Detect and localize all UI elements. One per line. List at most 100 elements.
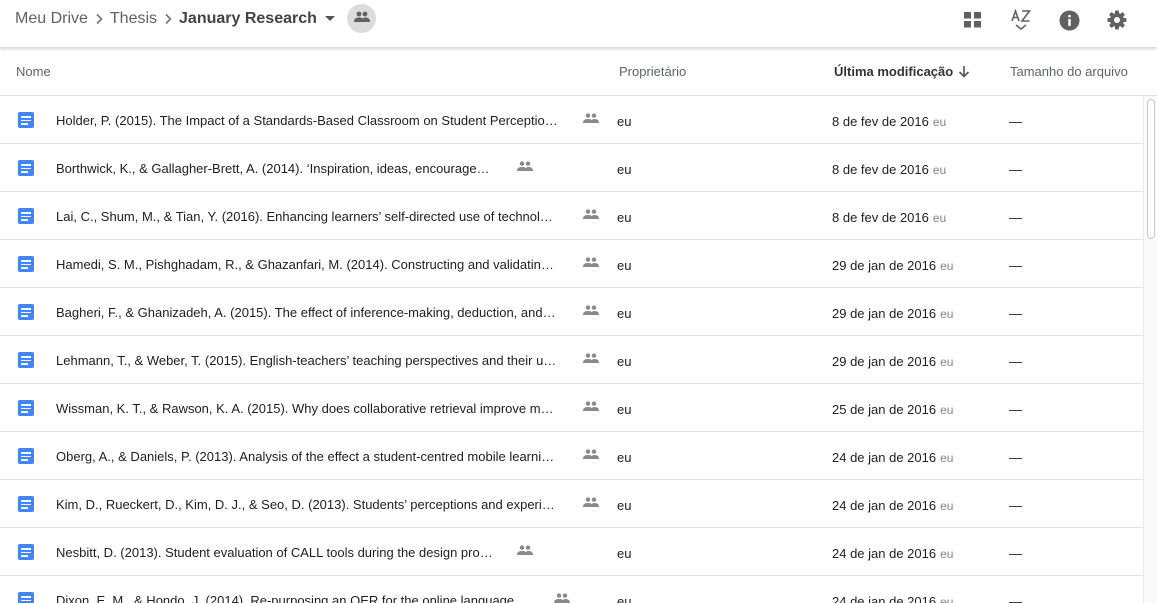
file-name[interactable]: Nesbitt, D. (2013). Student evaluation o… — [56, 545, 496, 560]
file-modified: 24 de jan de 2016 eu — [832, 594, 953, 603]
file-size: — — [1009, 162, 1022, 177]
google-doc-icon — [18, 496, 34, 512]
breadcrumb-item-meu-drive[interactable]: Meu Drive — [15, 10, 88, 28]
file-row[interactable]: Bagheri, F., & Ghanizadeh, A. (2015). Th… — [0, 288, 1143, 336]
file-row[interactable]: Lai, C., Shum, M., & Tian, Y. (2016). En… — [0, 192, 1143, 240]
shared-people-icon — [582, 111, 600, 125]
file-name[interactable]: Lehmann, T., & Weber, T. (2015). English… — [56, 353, 559, 368]
file-modified-date: 25 de jan de 2016 — [832, 402, 937, 417]
file-modified-by: eu — [940, 355, 954, 369]
google-doc-icon — [18, 400, 34, 416]
file-modified-date: 24 de jan de 2016 — [832, 594, 937, 603]
arrow-down-icon — [959, 66, 970, 78]
scrollbar-thumb[interactable] — [1147, 99, 1155, 239]
file-row[interactable]: Oberg, A., & Daniels, P. (2013). Analysi… — [0, 432, 1143, 480]
google-doc-icon — [18, 112, 34, 128]
google-doc-icon — [18, 208, 34, 224]
file-owner: eu — [617, 258, 632, 273]
file-modified-by: eu — [932, 163, 947, 177]
file-owner: eu — [617, 594, 632, 603]
google-doc-icon — [18, 592, 34, 603]
file-size: — — [1009, 546, 1022, 561]
file-size: — — [1009, 210, 1022, 225]
file-row[interactable]: Kim, D., Rueckert, D., Kim, D. J., & Seo… — [0, 480, 1143, 528]
shared-people-icon — [582, 447, 600, 461]
file-name[interactable]: Borthwick, K., & Gallagher-Brett, A. (20… — [56, 161, 496, 176]
chevron-right-icon — [157, 9, 179, 29]
file-row[interactable]: Holder, P. (2015). The Impact of a Stand… — [0, 96, 1143, 144]
file-size: — — [1009, 306, 1022, 321]
people-icon — [353, 10, 370, 28]
file-modified-by: eu — [932, 115, 947, 129]
file-modified: 24 de jan de 2016 eu — [832, 546, 953, 561]
file-modified: 24 de jan de 2016 eu — [832, 498, 953, 513]
file-owner: eu — [617, 306, 632, 321]
file-modified-by: eu — [932, 211, 947, 225]
sort-az-icon[interactable] — [1009, 8, 1033, 32]
column-last-modified-label: Última modificação — [834, 64, 954, 79]
file-name[interactable]: Wissman, K. T., & Rawson, K. A. (2015). … — [56, 401, 559, 416]
file-modified: 29 de jan de 2016 eu — [832, 306, 953, 321]
file-modified: 29 de jan de 2016 eu — [832, 258, 953, 273]
file-modified: 8 de fev de 2016 eu — [832, 210, 946, 225]
file-modified: 25 de jan de 2016 eu — [832, 402, 953, 417]
file-owner: eu — [617, 450, 632, 465]
breadcrumb-current-folder[interactable]: January Research — [179, 10, 317, 28]
file-modified-date: 8 de fev de 2016 — [832, 210, 929, 225]
shared-people-icon — [582, 255, 600, 269]
file-modified: 8 de fev de 2016 eu — [832, 114, 946, 129]
file-modified-date: 24 de jan de 2016 — [832, 546, 937, 561]
file-owner: eu — [617, 114, 632, 129]
file-modified-by: eu — [940, 451, 954, 465]
file-row[interactable]: Dixon, E. M., & Hondo, J. (2014). Re-pur… — [0, 576, 1143, 603]
file-row[interactable]: Borthwick, K., & Gallagher-Brett, A. (20… — [0, 144, 1143, 192]
column-owner[interactable]: Proprietário — [619, 64, 686, 79]
shared-people-icon — [582, 495, 600, 509]
shared-people-icon — [582, 303, 600, 317]
file-modified-by: eu — [940, 547, 954, 561]
file-modified: 8 de fev de 2016 eu — [832, 162, 946, 177]
file-name[interactable]: Oberg, A., & Daniels, P. (2013). Analysi… — [56, 449, 559, 464]
file-modified-date: 24 de jan de 2016 — [832, 450, 937, 465]
column-last-modified[interactable]: Última modificação — [834, 64, 970, 79]
google-doc-icon — [18, 160, 34, 176]
info-icon[interactable] — [1057, 8, 1081, 32]
shared-people-icon — [516, 159, 534, 173]
file-modified: 29 de jan de 2016 eu — [832, 354, 953, 369]
caret-down-icon[interactable] — [320, 9, 340, 29]
column-header: Nome Proprietário Última modificação Tam… — [0, 47, 1157, 96]
file-list: Holder, P. (2015). The Impact of a Stand… — [0, 96, 1143, 603]
file-row[interactable]: Lehmann, T., & Weber, T. (2015). English… — [0, 336, 1143, 384]
file-row[interactable]: Wissman, K. T., & Rawson, K. A. (2015). … — [0, 384, 1143, 432]
file-row[interactable]: Hamedi, S. M., Pishghadam, R., & Ghazanf… — [0, 240, 1143, 288]
shared-people-icon — [553, 591, 571, 603]
file-modified-by: eu — [940, 403, 954, 417]
google-doc-icon — [18, 256, 34, 272]
file-name[interactable]: Kim, D., Rueckert, D., Kim, D. J., & Seo… — [56, 497, 559, 512]
file-name[interactable]: Hamedi, S. M., Pishghadam, R., & Ghazanf… — [56, 257, 559, 272]
file-name[interactable]: Bagheri, F., & Ghanizadeh, A. (2015). Th… — [56, 305, 559, 320]
settings-gear-icon[interactable] — [1105, 8, 1129, 32]
file-name[interactable]: Holder, P. (2015). The Impact of a Stand… — [56, 113, 559, 128]
file-size: — — [1009, 450, 1022, 465]
file-name[interactable]: Dixon, E. M., & Hondo, J. (2014). Re-pur… — [56, 593, 532, 603]
file-name[interactable]: Lai, C., Shum, M., & Tian, Y. (2016). En… — [56, 209, 559, 224]
file-row[interactable]: Nesbitt, D. (2013). Student evaluation o… — [0, 528, 1143, 576]
file-modified-date: 29 de jan de 2016 — [832, 354, 937, 369]
file-owner: eu — [617, 498, 632, 513]
file-modified-date: 8 de fev de 2016 — [832, 114, 929, 129]
file-modified-by: eu — [940, 595, 954, 603]
file-owner: eu — [617, 210, 632, 225]
google-doc-icon — [18, 448, 34, 464]
chevron-right-icon — [88, 9, 110, 29]
column-file-size[interactable]: Tamanho do arquivo — [1010, 64, 1128, 79]
shared-folder-button[interactable] — [347, 4, 376, 33]
breadcrumb-item-thesis[interactable]: Thesis — [110, 10, 157, 28]
top-bar: Meu Drive Thesis January Research — [0, 0, 1157, 47]
scrollbar[interactable] — [1143, 96, 1157, 603]
column-name[interactable]: Nome — [16, 64, 51, 79]
file-size: — — [1009, 402, 1022, 417]
file-modified-by: eu — [940, 259, 954, 273]
file-size: — — [1009, 258, 1022, 273]
grid-view-icon[interactable] — [961, 8, 985, 32]
